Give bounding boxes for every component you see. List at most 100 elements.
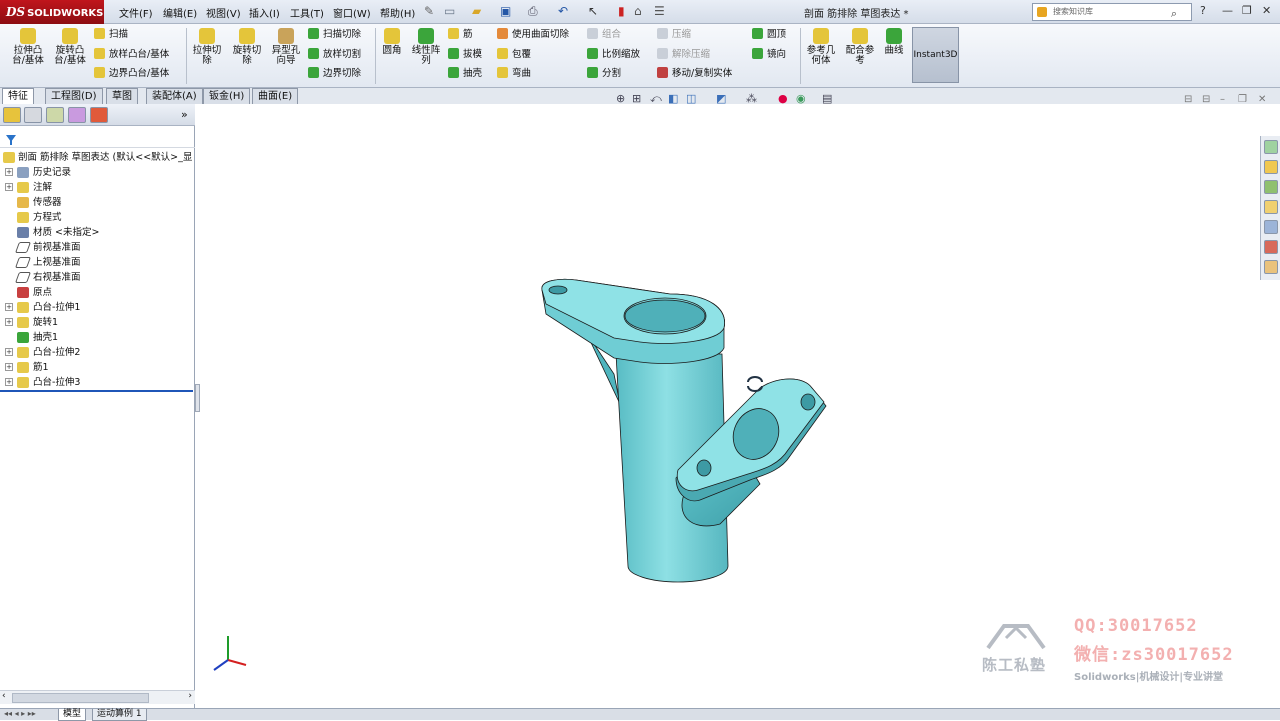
extrude-cut-button[interactable]: 拉伸切 除 bbox=[190, 28, 224, 66]
swept-cut-button[interactable]: 扫描切除 bbox=[308, 28, 361, 42]
expand-icon[interactable]: + bbox=[5, 378, 13, 386]
viewport-close-icon[interactable]: ✕ bbox=[1258, 94, 1266, 105]
expand-icon[interactable]: + bbox=[5, 303, 13, 311]
pin-icon[interactable]: ✎ bbox=[424, 4, 434, 18]
wrap-button[interactable]: 包覆 bbox=[497, 48, 531, 62]
minimize-button[interactable]: — bbox=[1222, 4, 1233, 17]
tab-model[interactable]: 模型 bbox=[58, 709, 87, 721]
undo-icon[interactable]: ↶ bbox=[558, 4, 568, 18]
apply-scene-icon[interactable]: ◉ bbox=[796, 92, 806, 105]
menu-insert[interactable]: 插入(I) bbox=[249, 5, 280, 20]
instant3d-button[interactable]: Instant3D bbox=[912, 27, 959, 83]
revolve-boss-button[interactable]: 旋转凸 台/基体 bbox=[51, 28, 89, 66]
viewport-min-icon[interactable]: – bbox=[1220, 94, 1225, 105]
scroll-left-icon[interactable]: ‹ bbox=[2, 691, 6, 701]
scale-button[interactable]: 比例缩放 bbox=[587, 48, 640, 62]
display-style-icon[interactable]: ◩ bbox=[716, 92, 726, 105]
menu-view[interactable]: 视图(V) bbox=[206, 5, 241, 20]
split-button[interactable]: 分割 bbox=[587, 67, 621, 81]
indent-button[interactable]: 压缩 bbox=[657, 28, 691, 42]
open-folder-icon[interactable]: ▰ bbox=[472, 4, 481, 18]
rebuild-icon[interactable]: ▮ bbox=[618, 4, 625, 18]
restore-button[interactable]: ❐ bbox=[1242, 4, 1252, 17]
tab-features[interactable]: 特征 bbox=[2, 88, 34, 105]
menu-tools[interactable]: 工具(T) bbox=[290, 5, 324, 20]
lofted-cut-button[interactable]: 放样切割 bbox=[308, 48, 361, 62]
view-orientation-icon[interactable]: ◫ bbox=[686, 92, 696, 105]
print-icon[interactable]: ⎙ bbox=[528, 4, 538, 19]
horizontal-scrollbar[interactable]: ‹ › bbox=[0, 690, 195, 704]
property-manager-icon[interactable] bbox=[24, 107, 42, 123]
mate-reference-button[interactable]: 配合参 考 bbox=[842, 28, 878, 66]
hole-wizard-button[interactable]: 异型孔 向导 bbox=[268, 28, 304, 66]
menu-help[interactable]: 帮助(H) bbox=[380, 5, 415, 20]
boundary-cut-button[interactable]: 边界切除 bbox=[308, 67, 361, 81]
hide-show-items-icon[interactable]: ⁂ bbox=[746, 92, 757, 105]
file-properties-icon[interactable]: ⌂ bbox=[634, 4, 642, 18]
menu-edit[interactable]: 编辑(E) bbox=[163, 5, 197, 20]
delete-body-button[interactable]: 解除压缩 bbox=[657, 48, 710, 62]
edit-appearance-icon[interactable]: ● bbox=[778, 92, 788, 105]
display-manager-icon[interactable] bbox=[90, 107, 108, 123]
use-surface-cut-button[interactable]: 使用曲面切除 bbox=[497, 28, 569, 42]
revolve-cut-button[interactable]: 旋转切 除 bbox=[229, 28, 265, 66]
section-view-icon[interactable]: ◧ bbox=[668, 92, 678, 105]
tab-sketch[interactable]: 草图 bbox=[106, 88, 138, 104]
expand-icon[interactable]: + bbox=[5, 348, 13, 356]
sweep-button[interactable]: 扫描 bbox=[94, 28, 128, 42]
view-settings-icon[interactable]: ▤ bbox=[822, 92, 832, 105]
tab-nav-arrows-icon[interactable]: ◂◂ ◂ ▸ ▸▸ bbox=[4, 709, 36, 718]
configuration-manager-icon[interactable] bbox=[46, 107, 64, 123]
select-arrow-icon[interactable]: ↖ bbox=[588, 4, 598, 18]
expand-panel-icon[interactable]: » bbox=[181, 108, 188, 121]
view-palette-icon[interactable] bbox=[1264, 220, 1278, 234]
boundary-boss-button[interactable]: 边界凸台/基体 bbox=[94, 67, 169, 81]
solidworks-logo[interactable]: DS SOLIDWORKS bbox=[0, 0, 104, 24]
tree-filter[interactable] bbox=[0, 134, 195, 148]
tab-motion-study[interactable]: 运动算例 1 bbox=[92, 709, 147, 721]
tab-sheet-metal[interactable]: 钣金(H) bbox=[203, 88, 251, 104]
search-input[interactable]: 搜索知识库 ⌕ bbox=[1032, 3, 1192, 21]
home-icon[interactable] bbox=[1264, 160, 1278, 174]
loft-boss-button[interactable]: 放样凸台/基体 bbox=[94, 48, 169, 62]
close-button[interactable]: ✕ bbox=[1262, 4, 1271, 17]
expand-icon[interactable]: + bbox=[5, 363, 13, 371]
extrude-boss-button[interactable]: 拉伸凸 台/基体 bbox=[10, 28, 46, 66]
custom-properties-icon[interactable] bbox=[1264, 260, 1278, 274]
draft-button[interactable]: 拔模 bbox=[448, 48, 482, 62]
help-icon[interactable]: ? bbox=[1200, 4, 1206, 17]
menu-window[interactable]: 窗口(W) bbox=[333, 5, 371, 20]
rib-button[interactable]: 筋 bbox=[448, 28, 473, 42]
design-library-icon[interactable] bbox=[1264, 180, 1278, 194]
rollback-bar[interactable] bbox=[0, 390, 193, 392]
shell-button[interactable]: 抽壳 bbox=[448, 67, 482, 81]
linear-pattern-button[interactable]: 线性阵 列 bbox=[409, 28, 443, 66]
dimxpert-icon[interactable] bbox=[68, 107, 86, 123]
move-copy-body-button[interactable]: 移动/复制实体 bbox=[657, 67, 732, 81]
zoom-to-fit-icon[interactable]: ⊕ bbox=[616, 92, 625, 105]
combine-button[interactable]: 组合 bbox=[587, 28, 621, 42]
viewport-split-icon[interactable]: ⊟ bbox=[1184, 94, 1192, 105]
scroll-right-icon[interactable]: › bbox=[188, 691, 192, 701]
expand-icon[interactable]: + bbox=[5, 168, 13, 176]
search-icon[interactable]: ⌕ bbox=[1171, 6, 1177, 22]
dome-button[interactable]: 圆顶 bbox=[752, 28, 786, 42]
reference-geometry-button[interactable]: 参考几 何体 bbox=[804, 28, 838, 66]
fillet-button[interactable]: 圆角 bbox=[379, 28, 405, 56]
mirror-button[interactable]: 镜向 bbox=[752, 48, 786, 62]
tab-drawing[interactable]: 工程图(D) bbox=[45, 88, 103, 104]
curves-button[interactable]: 曲线 bbox=[880, 28, 908, 56]
tab-assembly[interactable]: 装配体(A) bbox=[146, 88, 203, 104]
flex-button[interactable]: 弯曲 bbox=[497, 67, 531, 81]
scrollbar-thumb[interactable] bbox=[12, 693, 149, 703]
previous-view-icon[interactable]: ⤺ bbox=[650, 92, 662, 106]
menu-file[interactable]: 文件(F) bbox=[119, 5, 153, 20]
expand-icon[interactable]: + bbox=[5, 183, 13, 191]
appearances-icon[interactable] bbox=[1264, 240, 1278, 254]
viewport-restore-icon[interactable]: ❐ bbox=[1238, 94, 1247, 105]
feature-manager-icon[interactable] bbox=[3, 107, 21, 123]
save-icon[interactable]: ▣ bbox=[500, 4, 511, 18]
zoom-to-area-icon[interactable]: ⊞ bbox=[632, 92, 641, 105]
solidworks-resources-icon[interactable] bbox=[1264, 140, 1278, 154]
new-document-icon[interactable]: ▭ bbox=[444, 4, 455, 18]
